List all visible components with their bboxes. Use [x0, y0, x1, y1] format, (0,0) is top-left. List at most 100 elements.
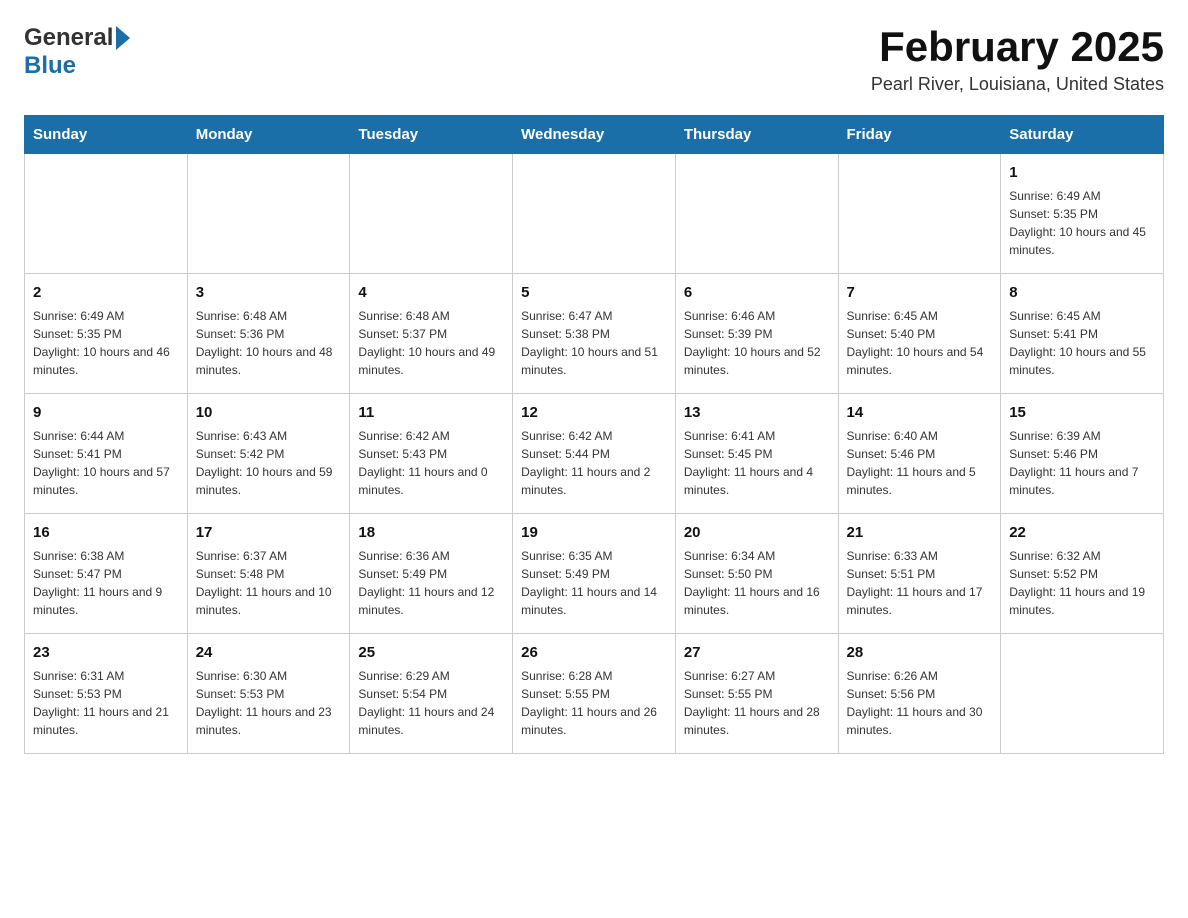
day-number: 27	[684, 642, 830, 665]
calendar-cell: 10Sunrise: 6:43 AMSunset: 5:42 PMDayligh…	[187, 394, 350, 514]
calendar-cell: 5Sunrise: 6:47 AMSunset: 5:38 PMDaylight…	[513, 274, 676, 394]
sun-info: Sunrise: 6:47 AMSunset: 5:38 PMDaylight:…	[521, 307, 667, 379]
calendar-week-row: 2Sunrise: 6:49 AMSunset: 5:35 PMDaylight…	[25, 274, 1164, 394]
sun-info: Sunrise: 6:38 AMSunset: 5:47 PMDaylight:…	[33, 547, 179, 619]
sun-info: Sunrise: 6:48 AMSunset: 5:36 PMDaylight:…	[196, 307, 342, 379]
day-number: 14	[847, 402, 993, 425]
day-number: 23	[33, 642, 179, 665]
day-header-thursday: Thursday	[675, 116, 838, 154]
calendar-cell	[350, 154, 513, 274]
sun-info: Sunrise: 6:46 AMSunset: 5:39 PMDaylight:…	[684, 307, 830, 379]
sun-info: Sunrise: 6:30 AMSunset: 5:53 PMDaylight:…	[196, 667, 342, 739]
day-number: 6	[684, 282, 830, 305]
calendar-cell	[675, 154, 838, 274]
day-number: 24	[196, 642, 342, 665]
logo-arrow-icon	[116, 26, 130, 50]
day-number: 9	[33, 402, 179, 425]
calendar-cell	[187, 154, 350, 274]
calendar-cell: 6Sunrise: 6:46 AMSunset: 5:39 PMDaylight…	[675, 274, 838, 394]
calendar-cell: 4Sunrise: 6:48 AMSunset: 5:37 PMDaylight…	[350, 274, 513, 394]
sun-info: Sunrise: 6:39 AMSunset: 5:46 PMDaylight:…	[1009, 427, 1155, 499]
sun-info: Sunrise: 6:42 AMSunset: 5:43 PMDaylight:…	[358, 427, 504, 499]
sun-info: Sunrise: 6:44 AMSunset: 5:41 PMDaylight:…	[33, 427, 179, 499]
logo-general-text: General	[24, 24, 113, 52]
calendar-cell: 11Sunrise: 6:42 AMSunset: 5:43 PMDayligh…	[350, 394, 513, 514]
sun-info: Sunrise: 6:45 AMSunset: 5:40 PMDaylight:…	[847, 307, 993, 379]
calendar-cell: 17Sunrise: 6:37 AMSunset: 5:48 PMDayligh…	[187, 514, 350, 634]
day-number: 28	[847, 642, 993, 665]
calendar-week-row: 23Sunrise: 6:31 AMSunset: 5:53 PMDayligh…	[25, 634, 1164, 754]
day-number: 16	[33, 522, 179, 545]
sun-info: Sunrise: 6:31 AMSunset: 5:53 PMDaylight:…	[33, 667, 179, 739]
calendar-cell: 15Sunrise: 6:39 AMSunset: 5:46 PMDayligh…	[1001, 394, 1164, 514]
calendar-cell	[1001, 634, 1164, 754]
day-number: 21	[847, 522, 993, 545]
calendar-cell: 19Sunrise: 6:35 AMSunset: 5:49 PMDayligh…	[513, 514, 676, 634]
calendar-cell	[513, 154, 676, 274]
sun-info: Sunrise: 6:42 AMSunset: 5:44 PMDaylight:…	[521, 427, 667, 499]
day-header-friday: Friday	[838, 116, 1001, 154]
location-title: Pearl River, Louisiana, United States	[871, 74, 1164, 95]
calendar-cell: 21Sunrise: 6:33 AMSunset: 5:51 PMDayligh…	[838, 514, 1001, 634]
day-number: 7	[847, 282, 993, 305]
calendar-cell: 24Sunrise: 6:30 AMSunset: 5:53 PMDayligh…	[187, 634, 350, 754]
logo-blue-text: Blue	[24, 52, 76, 79]
day-number: 2	[33, 282, 179, 305]
day-number: 5	[521, 282, 667, 305]
sun-info: Sunrise: 6:27 AMSunset: 5:55 PMDaylight:…	[684, 667, 830, 739]
day-number: 15	[1009, 402, 1155, 425]
title-section: February 2025 Pearl River, Louisiana, Un…	[871, 24, 1164, 95]
calendar-cell: 13Sunrise: 6:41 AMSunset: 5:45 PMDayligh…	[675, 394, 838, 514]
sun-info: Sunrise: 6:36 AMSunset: 5:49 PMDaylight:…	[358, 547, 504, 619]
calendar-week-row: 1Sunrise: 6:49 AMSunset: 5:35 PMDaylight…	[25, 154, 1164, 274]
day-number: 22	[1009, 522, 1155, 545]
calendar-cell: 12Sunrise: 6:42 AMSunset: 5:44 PMDayligh…	[513, 394, 676, 514]
sun-info: Sunrise: 6:32 AMSunset: 5:52 PMDaylight:…	[1009, 547, 1155, 619]
calendar-week-row: 16Sunrise: 6:38 AMSunset: 5:47 PMDayligh…	[25, 514, 1164, 634]
calendar-cell: 26Sunrise: 6:28 AMSunset: 5:55 PMDayligh…	[513, 634, 676, 754]
calendar-cell	[838, 154, 1001, 274]
day-header-tuesday: Tuesday	[350, 116, 513, 154]
calendar-cell: 18Sunrise: 6:36 AMSunset: 5:49 PMDayligh…	[350, 514, 513, 634]
day-number: 8	[1009, 282, 1155, 305]
month-title: February 2025	[871, 24, 1164, 70]
day-header-monday: Monday	[187, 116, 350, 154]
sun-info: Sunrise: 6:29 AMSunset: 5:54 PMDaylight:…	[358, 667, 504, 739]
calendar-cell: 25Sunrise: 6:29 AMSunset: 5:54 PMDayligh…	[350, 634, 513, 754]
sun-info: Sunrise: 6:35 AMSunset: 5:49 PMDaylight:…	[521, 547, 667, 619]
day-header-saturday: Saturday	[1001, 116, 1164, 154]
day-number: 10	[196, 402, 342, 425]
calendar-cell: 7Sunrise: 6:45 AMSunset: 5:40 PMDaylight…	[838, 274, 1001, 394]
sun-info: Sunrise: 6:34 AMSunset: 5:50 PMDaylight:…	[684, 547, 830, 619]
calendar-table: SundayMondayTuesdayWednesdayThursdayFrid…	[24, 115, 1164, 754]
calendar-cell: 27Sunrise: 6:27 AMSunset: 5:55 PMDayligh…	[675, 634, 838, 754]
day-number: 12	[521, 402, 667, 425]
sun-info: Sunrise: 6:45 AMSunset: 5:41 PMDaylight:…	[1009, 307, 1155, 379]
sun-info: Sunrise: 6:40 AMSunset: 5:46 PMDaylight:…	[847, 427, 993, 499]
day-number: 20	[684, 522, 830, 545]
day-number: 26	[521, 642, 667, 665]
sun-info: Sunrise: 6:33 AMSunset: 5:51 PMDaylight:…	[847, 547, 993, 619]
sun-info: Sunrise: 6:37 AMSunset: 5:48 PMDaylight:…	[196, 547, 342, 619]
day-number: 4	[358, 282, 504, 305]
day-header-sunday: Sunday	[25, 116, 188, 154]
sun-info: Sunrise: 6:48 AMSunset: 5:37 PMDaylight:…	[358, 307, 504, 379]
day-number: 11	[358, 402, 504, 425]
day-number: 25	[358, 642, 504, 665]
calendar-week-row: 9Sunrise: 6:44 AMSunset: 5:41 PMDaylight…	[25, 394, 1164, 514]
calendar-cell: 20Sunrise: 6:34 AMSunset: 5:50 PMDayligh…	[675, 514, 838, 634]
day-number: 3	[196, 282, 342, 305]
day-number: 19	[521, 522, 667, 545]
calendar-cell: 1Sunrise: 6:49 AMSunset: 5:35 PMDaylight…	[1001, 154, 1164, 274]
page-header: General Blue February 2025 Pearl River, …	[24, 24, 1164, 95]
sun-info: Sunrise: 6:26 AMSunset: 5:56 PMDaylight:…	[847, 667, 993, 739]
calendar-cell	[25, 154, 188, 274]
day-header-wednesday: Wednesday	[513, 116, 676, 154]
calendar-cell: 22Sunrise: 6:32 AMSunset: 5:52 PMDayligh…	[1001, 514, 1164, 634]
day-number: 17	[196, 522, 342, 545]
day-number: 1	[1009, 162, 1155, 185]
calendar-header-row: SundayMondayTuesdayWednesdayThursdayFrid…	[25, 116, 1164, 154]
sun-info: Sunrise: 6:28 AMSunset: 5:55 PMDaylight:…	[521, 667, 667, 739]
calendar-cell: 8Sunrise: 6:45 AMSunset: 5:41 PMDaylight…	[1001, 274, 1164, 394]
sun-info: Sunrise: 6:43 AMSunset: 5:42 PMDaylight:…	[196, 427, 342, 499]
